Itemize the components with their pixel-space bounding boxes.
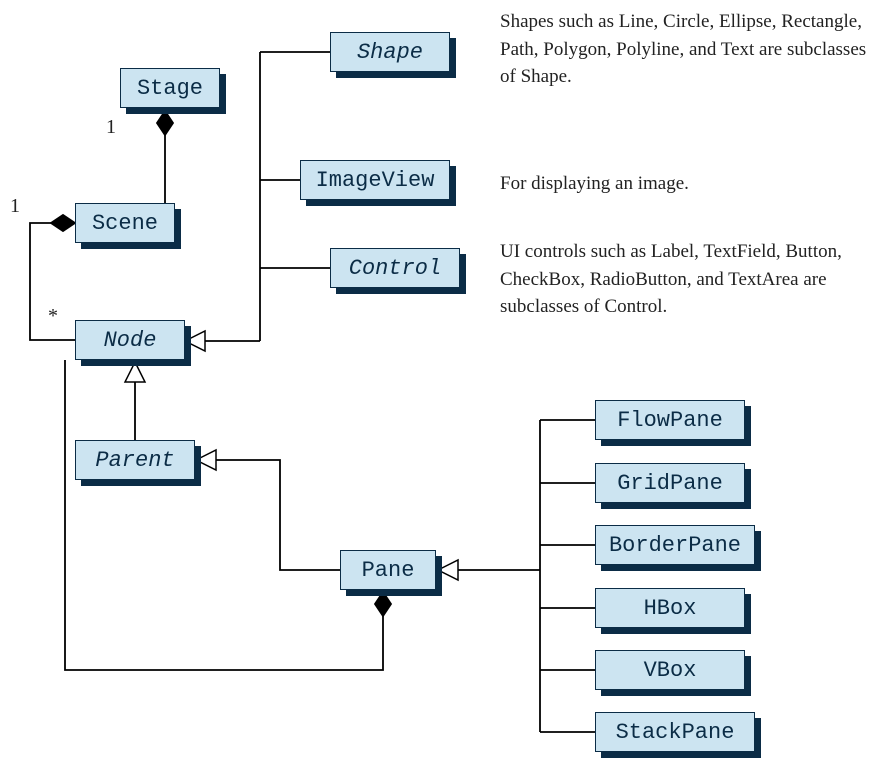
class-scene-label: Scene — [92, 211, 158, 236]
desc-shape: Shapes such as Line, Circle, Ellipse, Re… — [500, 8, 870, 91]
class-stage: Stage — [120, 68, 220, 108]
multiplicity-pane-node: * — [48, 305, 58, 328]
class-stage-label: Stage — [137, 76, 203, 101]
class-node: Node — [75, 320, 185, 360]
class-stackpane: StackPane — [595, 712, 755, 752]
diagram-canvas: 1 1 * Stage Scene Node Parent Shape Imag… — [0, 0, 891, 768]
connectors-layer — [0, 0, 891, 768]
class-parent: Parent — [75, 440, 195, 480]
class-gridpane: GridPane — [595, 463, 745, 503]
class-imageview-label: ImageView — [316, 168, 435, 193]
class-hbox: HBox — [595, 588, 745, 628]
class-flowpane: FlowPane — [595, 400, 745, 440]
class-gridpane-label: GridPane — [617, 471, 723, 496]
class-control-label: Control — [349, 256, 441, 281]
class-control: Control — [330, 248, 460, 288]
class-scene: Scene — [75, 203, 175, 243]
multiplicity-scene-node: 1 — [10, 195, 20, 218]
class-shape-label: Shape — [357, 40, 423, 65]
desc-imageview: For displaying an image. — [500, 170, 870, 198]
class-pane-label: Pane — [362, 558, 415, 583]
class-hbox-label: HBox — [644, 596, 697, 621]
class-pane: Pane — [340, 550, 436, 590]
desc-control: UI controls such as Label, TextField, Bu… — [500, 238, 870, 321]
class-vbox: VBox — [595, 650, 745, 690]
class-parent-label: Parent — [95, 448, 174, 473]
class-stackpane-label: StackPane — [616, 720, 735, 745]
class-flowpane-label: FlowPane — [617, 408, 723, 433]
class-shape: Shape — [330, 32, 450, 72]
multiplicity-stage-scene: 1 — [106, 116, 116, 139]
class-borderpane: BorderPane — [595, 525, 755, 565]
class-node-label: Node — [104, 328, 157, 353]
class-borderpane-label: BorderPane — [609, 533, 741, 558]
class-vbox-label: VBox — [644, 658, 697, 683]
class-imageview: ImageView — [300, 160, 450, 200]
